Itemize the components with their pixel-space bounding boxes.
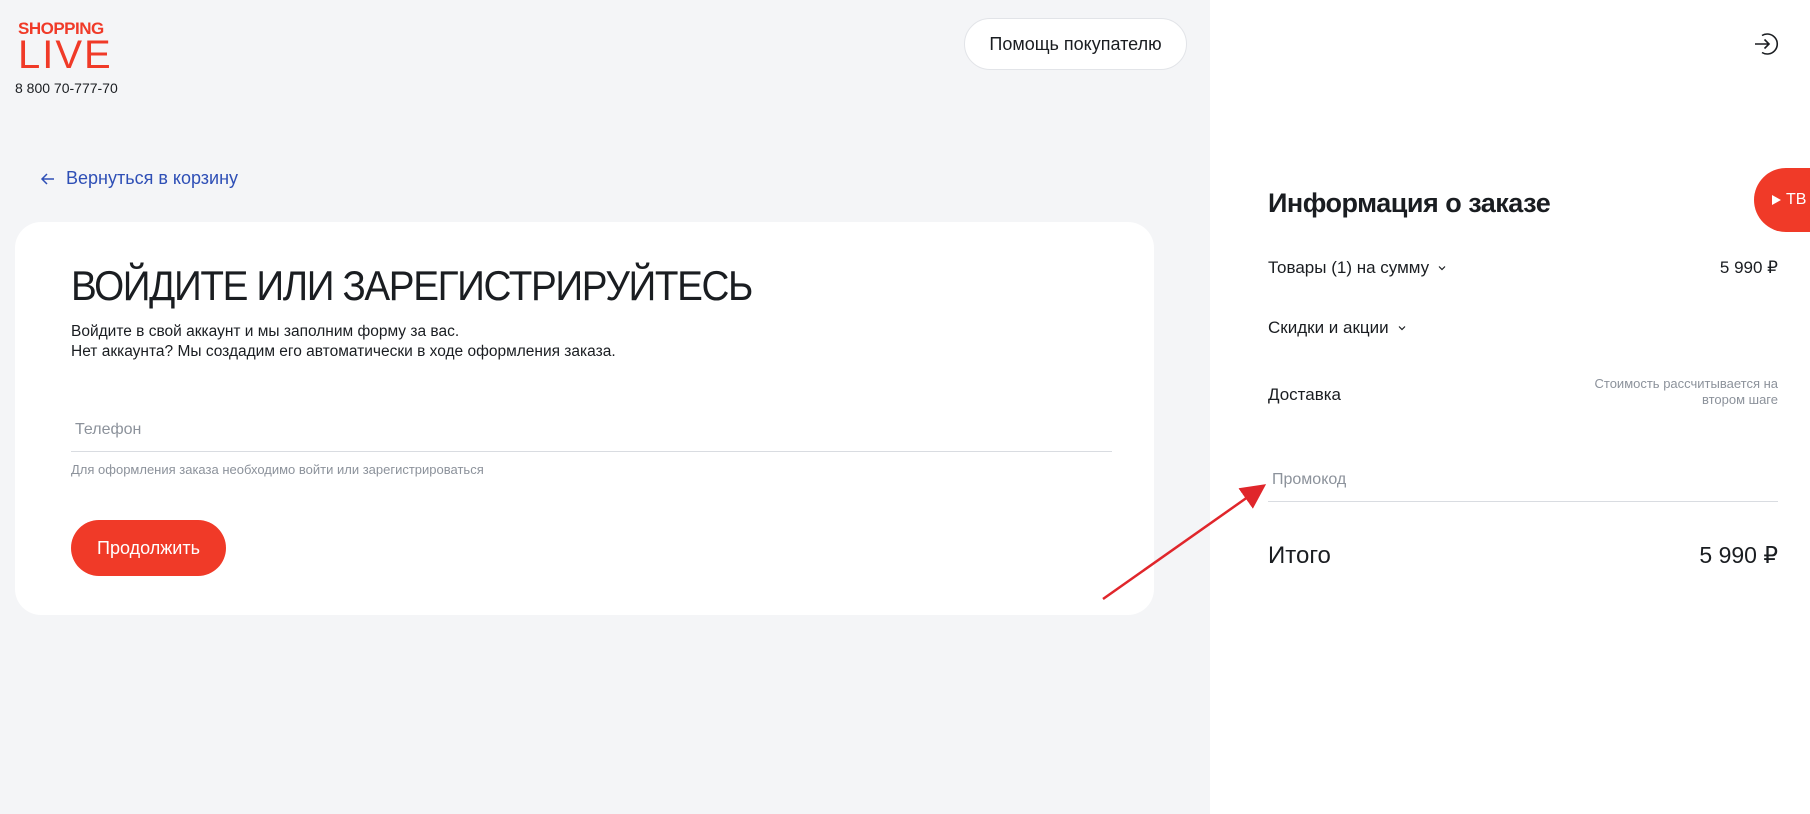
chevron-down-icon [1438,266,1446,271]
tv-broadcast-button[interactable]: ТВ [1754,168,1810,232]
page-title: ВОЙДИТЕ ИЛИ ЗАРЕГИСТРИРУЙТЕСЬ [71,262,753,309]
support-phone[interactable]: 8 800 70-777-70 [15,80,118,96]
play-icon [1772,195,1781,205]
login-subtitle-line1: Войдите в свой аккаунт и мы заполним фор… [71,323,460,340]
back-to-cart-link[interactable]: Вернуться в корзину [40,168,238,189]
promo-code-input[interactable] [1268,458,1778,502]
phone-input[interactable] [71,408,1112,452]
logo-bottom-text: LIVE [18,33,113,77]
help-button[interactable]: Помощь покупателю [964,18,1187,70]
login-subtitle-line2: Нет аккаунта? Мы создадим его автоматиче… [71,343,616,360]
tv-button-label: ТВ [1786,191,1807,208]
discounts-label: Скидки и акции [1268,318,1389,337]
discounts-toggle[interactable]: Скидки и акции [1268,318,1407,338]
back-to-cart-label: Вернуться в корзину [66,168,239,188]
total-label: Итого [1268,542,1331,569]
goods-summary-label: Товары (1) на сумму [1268,258,1430,277]
shopping-live-logo[interactable]: SHOPPING LIVE [18,20,113,75]
goods-summary-toggle[interactable]: Товары (1) на сумму [1268,258,1447,278]
chevron-down-icon [1398,326,1406,331]
delivery-label: Доставка [1268,385,1342,404]
arrow-left-icon [40,172,54,185]
total-value: 5 990 ₽ [1699,542,1778,568]
login-subtitle: Войдите в свой аккаунт и мы заполним фор… [71,322,616,362]
continue-button[interactable]: Продолжить [71,520,226,576]
logout-icon[interactable] [1752,30,1780,58]
order-info-title: Информация о заказе [1268,188,1551,218]
delivery-note: Стоимость рассчитывается на втором шаге [1594,376,1779,407]
login-card: ВОЙДИТЕ ИЛИ ЗАРЕГИСТРИРУЙТЕСЬ Войдите в … [15,222,1154,615]
goods-summary-value: 5 990 ₽ [1719,258,1778,277]
login-hint: Для оформления заказа необходимо войти и… [71,462,484,477]
